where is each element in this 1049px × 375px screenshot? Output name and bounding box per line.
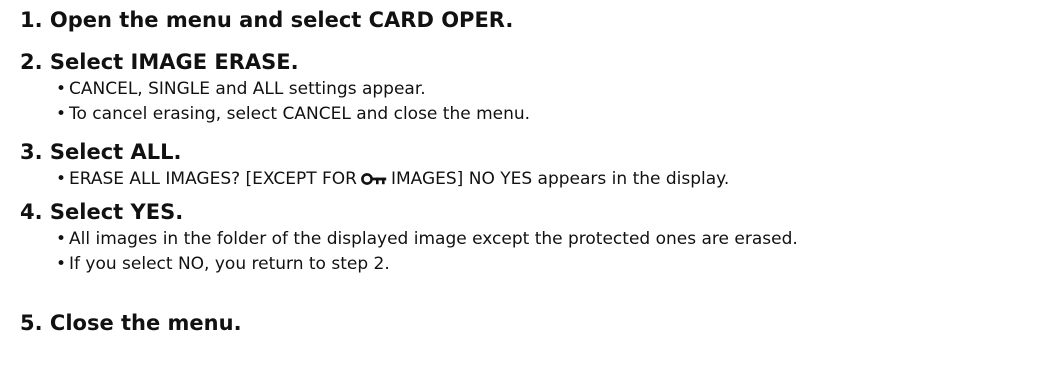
step-3-title: 3. Select ALL. <box>20 138 729 166</box>
step-4: 4. Select YES. • All images in the folder… <box>20 198 798 277</box>
bullet-glyph: • <box>56 104 67 124</box>
step-2-number: 2. <box>20 50 43 74</box>
step-4-bullets: • All images in the folder of the display… <box>20 227 798 277</box>
step-5-number: 5. <box>20 311 43 335</box>
step-3-bullets: • ERASE ALL IMAGES? [EXCEPT FOR IMAGES] NO… <box>20 167 729 194</box>
bullet-glyph: • <box>56 79 67 99</box>
bullet-glyph: • <box>56 169 67 189</box>
step-2: 2. Select IMAGE ERASE. • CANCEL, SINGLE a… <box>20 48 530 127</box>
bullet-glyph: • <box>56 229 67 249</box>
step-3-text: Select ALL. <box>49 140 182 164</box>
bullet-item: • ERASE ALL IMAGES? [EXCEPT FOR IMAGES] NO… <box>56 167 729 194</box>
bullet-text: If you select NO, you return to step 2. <box>69 254 390 274</box>
step-5: 5. Close the menu. <box>20 309 242 337</box>
step-5-text: Close the menu. <box>49 311 242 335</box>
step-2-bullets: • CANCEL, SINGLE and ALL settings appear.… <box>20 77 530 127</box>
step-4-text: Select YES. <box>49 200 184 224</box>
step-4-number: 4. <box>20 200 43 224</box>
bullet-text-after-icon: IMAGES] NO YES appears in the display. <box>390 169 730 189</box>
bullet-item: • CANCEL, SINGLE and ALL settings appear. <box>56 77 530 102</box>
bullet-text: CANCEL, SINGLE and ALL settings appear. <box>69 79 426 99</box>
bullet-text: All images in the folder of the displaye… <box>69 229 798 249</box>
bullet-text-before-icon: ERASE ALL IMAGES? [EXCEPT FOR <box>69 169 357 189</box>
step-1: 1. Open the menu and select CARD OPER. <box>20 6 513 34</box>
step-2-text: Select IMAGE ERASE. <box>49 50 299 74</box>
key-icon <box>361 169 387 194</box>
bullet-item: • To cancel erasing, select CANCEL and cl… <box>56 102 530 127</box>
step-3: 3. Select ALL. • ERASE ALL IMAGES? [EXCEP… <box>20 138 729 194</box>
step-2-title: 2. Select IMAGE ERASE. <box>20 48 530 76</box>
bullet-item: • If you select NO, you return to step 2. <box>56 252 798 277</box>
step-3-number: 3. <box>20 140 43 164</box>
step-1-text: Open the menu and select CARD OPER. <box>49 8 514 32</box>
step-5-title: 5. Close the menu. <box>20 309 242 337</box>
bullet-glyph: • <box>56 254 67 274</box>
bullet-text: To cancel erasing, select CANCEL and clo… <box>69 104 531 124</box>
bullet-item: • All images in the folder of the display… <box>56 227 798 252</box>
step-1-number: 1. <box>20 8 43 32</box>
step-1-title: 1. Open the menu and select CARD OPER. <box>20 6 513 34</box>
step-4-title: 4. Select YES. <box>20 198 798 226</box>
